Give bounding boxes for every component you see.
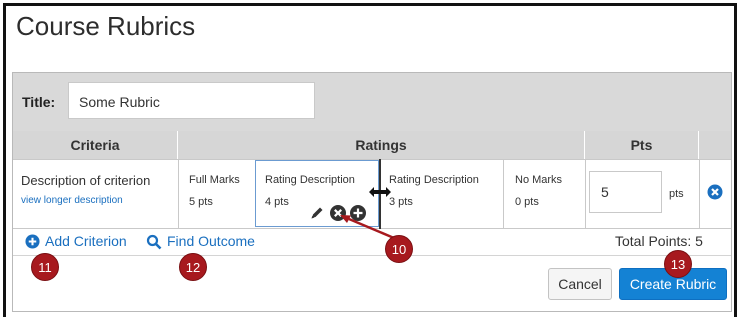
remove-criterion-icon[interactable] [707, 184, 723, 200]
footer-divider [13, 255, 731, 256]
rating-title[interactable]: Full Marks [189, 174, 240, 186]
total-points: Total Points: 5 [615, 233, 703, 249]
callout-badge: 11 [31, 253, 59, 281]
rating-title[interactable]: Rating Description [265, 174, 355, 186]
view-longer-description-link[interactable]: view longer description [21, 195, 123, 206]
rating-points: 5 pts [189, 196, 213, 208]
find-outcome-link[interactable]: Find Outcome [167, 233, 255, 249]
title-bar: Title: Some Rubric [13, 73, 731, 131]
points-unit: pts [669, 188, 684, 200]
rubric-title-input[interactable]: Some Rubric [68, 82, 315, 119]
pts-header: Pts [585, 131, 699, 159]
column-divider [585, 159, 586, 229]
page-title: Course Rubrics [16, 11, 196, 41]
points-input[interactable]: 5 [589, 171, 662, 213]
rating-points: 3 pts [389, 196, 413, 208]
search-icon[interactable] [146, 234, 162, 250]
cancel-button[interactable]: Cancel [548, 268, 612, 300]
criteria-header: Criteria [13, 131, 178, 159]
rating-points: 4 pts [265, 196, 289, 208]
callout-badge: 12 [179, 253, 207, 281]
column-divider [503, 159, 504, 229]
pencil-icon[interactable] [309, 205, 325, 221]
add-circle-icon[interactable] [25, 234, 40, 249]
callout-arrow [340, 215, 395, 240]
callout-badge: 10 [385, 235, 413, 263]
column-divider [699, 159, 700, 229]
rating-title[interactable]: Rating Description [389, 174, 479, 186]
actions-header [699, 131, 731, 159]
rubric-editor: Title: Some Rubric Criteria Ratings Pts … [12, 72, 732, 312]
criterion-description: Description of criterion [21, 173, 151, 188]
title-label: Title: [22, 94, 56, 110]
ratings-header: Ratings [178, 131, 585, 159]
resize-arrow-icon[interactable] [368, 185, 392, 199]
callout-badge: 13 [664, 250, 692, 278]
rating-title[interactable]: No Marks [515, 174, 562, 186]
rating-points: 0 pts [515, 196, 539, 208]
add-criterion-link[interactable]: Add Criterion [45, 233, 127, 249]
column-divider [178, 159, 179, 229]
